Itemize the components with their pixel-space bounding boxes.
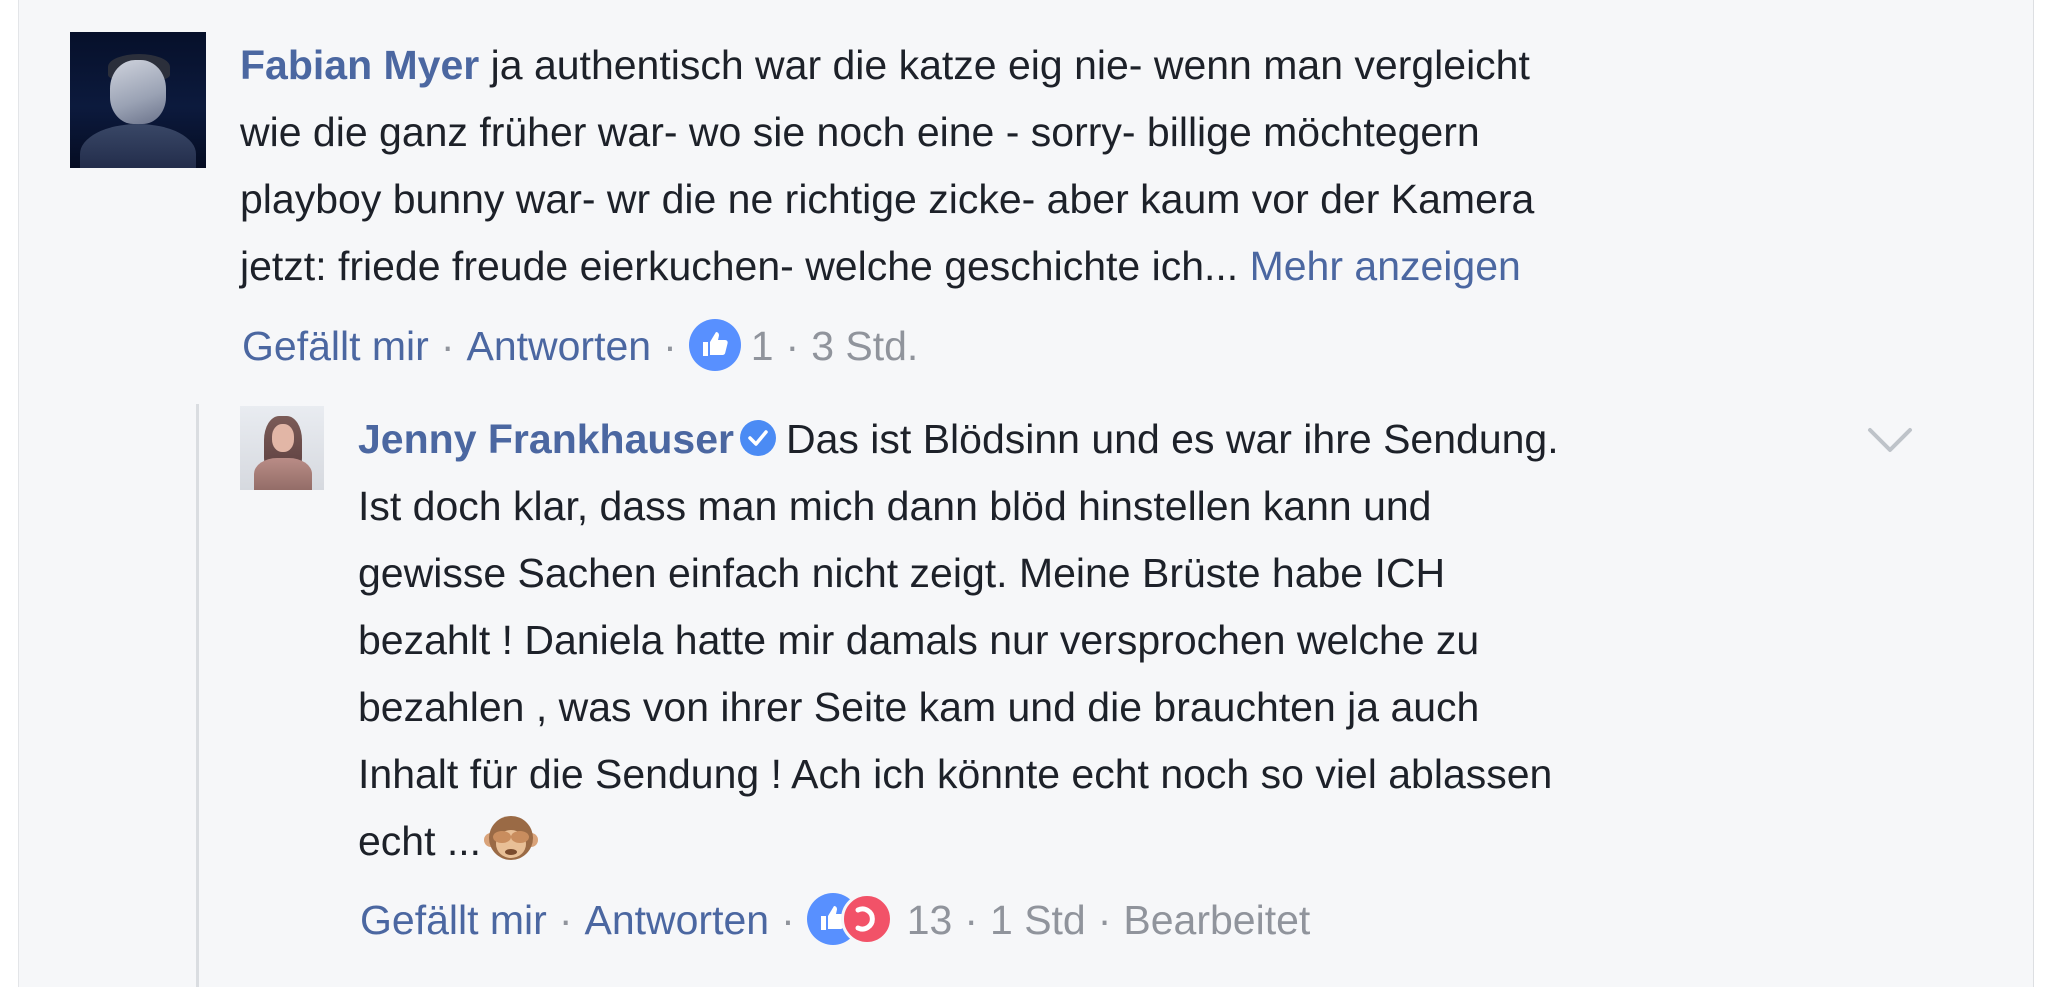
avatar-body xyxy=(254,458,312,490)
comment-author-name[interactable]: Fabian Myer xyxy=(240,42,479,88)
reply-text: Das ist Blödsinn und es war ihre Sendung… xyxy=(786,416,1559,462)
reply-timestamp[interactable]: 1 Std xyxy=(990,897,1086,943)
reply-line-4: bezahlt ! Daniela hatte mir damals nur v… xyxy=(358,617,1480,663)
reply-link[interactable]: Antworten xyxy=(584,897,769,943)
verified-badge-icon xyxy=(740,420,776,457)
like-reaction-icon[interactable] xyxy=(688,319,741,372)
reply-line-2: Ist doch klar, dass man mich dann blöd h… xyxy=(358,483,1432,529)
haha-reaction-icon[interactable] xyxy=(840,893,893,946)
comment-fabian-body: Fabian Myer ja authentisch war die katze… xyxy=(240,32,1534,300)
reply-link[interactable]: Antworten xyxy=(466,323,651,369)
comment-text-truncated: jetzt: friede freude eierkuchen- welche … xyxy=(240,243,1250,289)
comment-line-4: jetzt: friede freude eierkuchen- welche … xyxy=(240,233,1534,300)
comment-timestamp[interactable]: 3 Std. xyxy=(811,323,918,369)
avatar-face xyxy=(272,424,294,452)
chevron-down-icon[interactable] xyxy=(1864,420,1916,460)
comment-line-1: Fabian Myer ja authentisch war die katze… xyxy=(240,32,1534,99)
reply-thread-line xyxy=(196,404,199,987)
edited-label[interactable]: Bearbeitet xyxy=(1123,897,1310,943)
separator-dot: · xyxy=(964,897,978,943)
comment-actions: Gefällt mir · Antworten · 1 · 3 Std. xyxy=(242,318,918,374)
jenny-avatar[interactable] xyxy=(240,406,324,490)
separator-dot: · xyxy=(781,897,795,943)
reply-line-5: bezahlen , was von ihrer Seite kam und d… xyxy=(358,684,1480,730)
separator-dot: · xyxy=(1097,897,1112,943)
like-link[interactable]: Gefällt mir xyxy=(242,323,429,369)
reply-line-7: echt ... xyxy=(358,808,1559,875)
reaction-count[interactable]: 13 xyxy=(907,897,953,943)
see-no-evil-monkey-icon xyxy=(484,816,539,861)
separator-dot: · xyxy=(558,897,573,943)
avatar-shoulders xyxy=(80,124,196,168)
comment-line-2: wie die ganz früher war- wo sie noch ein… xyxy=(240,109,1480,155)
comment-line-3: playboy bunny war- wr die ne richtige zi… xyxy=(240,176,1535,222)
like-link[interactable]: Gefällt mir xyxy=(360,897,547,943)
comment-text: ja authentisch war die katze eig nie- we… xyxy=(490,42,1530,88)
see-more-link[interactable]: Mehr anzeigen xyxy=(1250,243,1521,289)
reply-actions: Gefällt mir · Antworten · 13 · 1 Std · Bearbeite… xyxy=(360,892,1310,948)
fabian-avatar[interactable] xyxy=(70,32,206,168)
separator-dot: · xyxy=(785,323,800,369)
reply-line-6: Inhalt für die Sendung ! Ach ich könnte … xyxy=(358,751,1553,797)
avatar-head xyxy=(110,60,166,124)
separator-dot: · xyxy=(663,323,677,369)
reply-line-1: Jenny Frankhauser Das ist Blödsinn und es… xyxy=(358,406,1559,473)
reaction-count[interactable]: 1 xyxy=(751,323,774,369)
reply-text-end: echt ... xyxy=(358,818,482,864)
separator-dot: · xyxy=(440,323,455,369)
reply-author-name[interactable]: Jenny Frankhauser xyxy=(358,416,734,462)
reply-line-3: gewisse Sachen einfach nicht zeigt. Mein… xyxy=(358,550,1446,596)
reply-jenny-body: Jenny Frankhauser Das ist Blödsinn und es… xyxy=(358,406,1559,875)
